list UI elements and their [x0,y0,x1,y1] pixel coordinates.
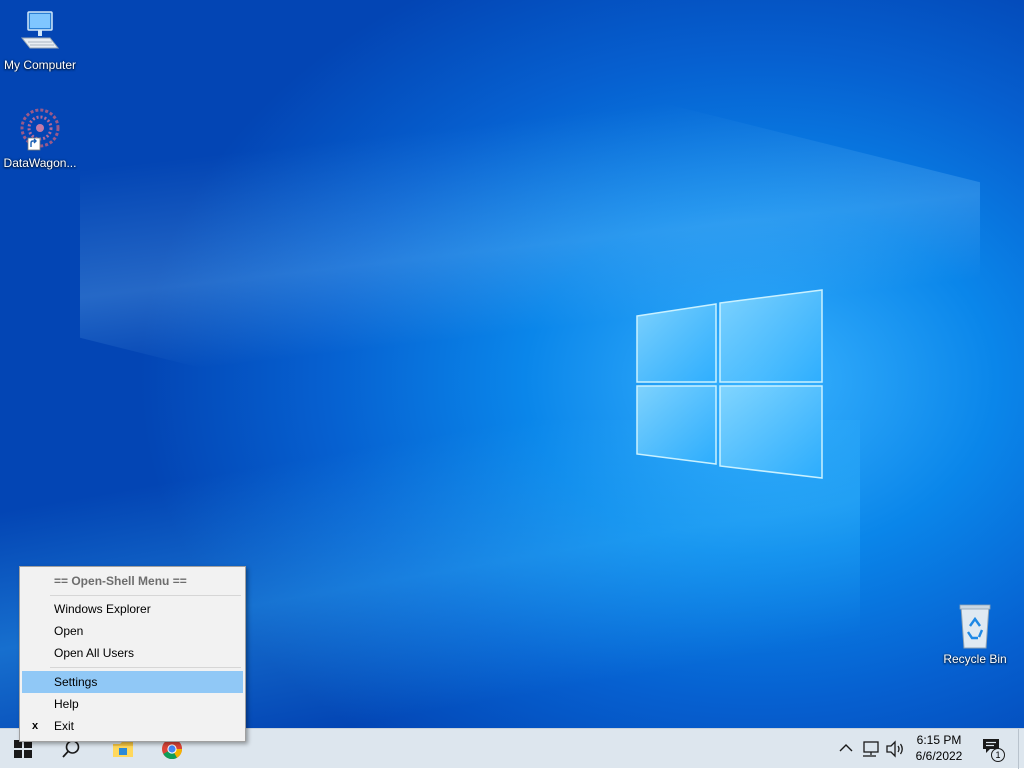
show-desktop-button[interactable] [1018,729,1024,769]
desktop-icon-label: My Computer [3,58,77,72]
menu-item-exit[interactable]: x Exit [22,715,243,737]
datawagon-icon [16,106,64,154]
menu-item-windows-explorer[interactable]: Windows Explorer [22,598,243,620]
menu-item-open-all-users[interactable]: Open All Users [22,642,243,664]
menu-item-exit-label: Exit [54,719,75,733]
menu-item-help[interactable]: Help [22,693,243,715]
desktop-icon-my-computer[interactable]: My Computer [0,8,80,72]
menu-item-open[interactable]: Open [22,620,243,642]
desktop-icon-datawagon[interactable]: DataWagon... [0,106,80,170]
volume-icon[interactable] [885,740,905,758]
clock-date: 6/6/2022 [915,749,963,763]
menu-separator [50,667,241,668]
windows-logo-wallpaper [636,289,823,479]
menu-separator [50,595,241,596]
desktop-icon-label: DataWagon... [3,156,77,170]
notification-badge: 1 [991,748,1005,762]
desktop-icon-label: Recycle Bin [943,652,1007,666]
network-icon[interactable] [862,740,880,758]
menu-header: == Open-Shell Menu == [54,574,187,588]
tray-clock[interactable]: 6:15 PM 6/6/2022 [912,732,966,764]
file-explorer-icon [113,742,133,757]
light-beam [80,0,980,563]
action-center-button[interactable]: 1 [982,738,1005,762]
clock-time: 6:15 PM [916,733,962,747]
menu-item-settings[interactable]: Settings [22,671,243,693]
chevron-up-icon[interactable] [839,743,853,753]
recycle-bin-icon [951,602,999,650]
windows-start-icon [14,740,32,758]
computer-icon [16,8,64,56]
desktop-icon-recycle-bin[interactable]: Recycle Bin [935,602,1015,666]
search-icon [62,740,80,758]
exit-mark: x [32,720,39,732]
open-shell-context-menu: == Open-Shell Menu == Windows Explorer O… [19,566,246,742]
